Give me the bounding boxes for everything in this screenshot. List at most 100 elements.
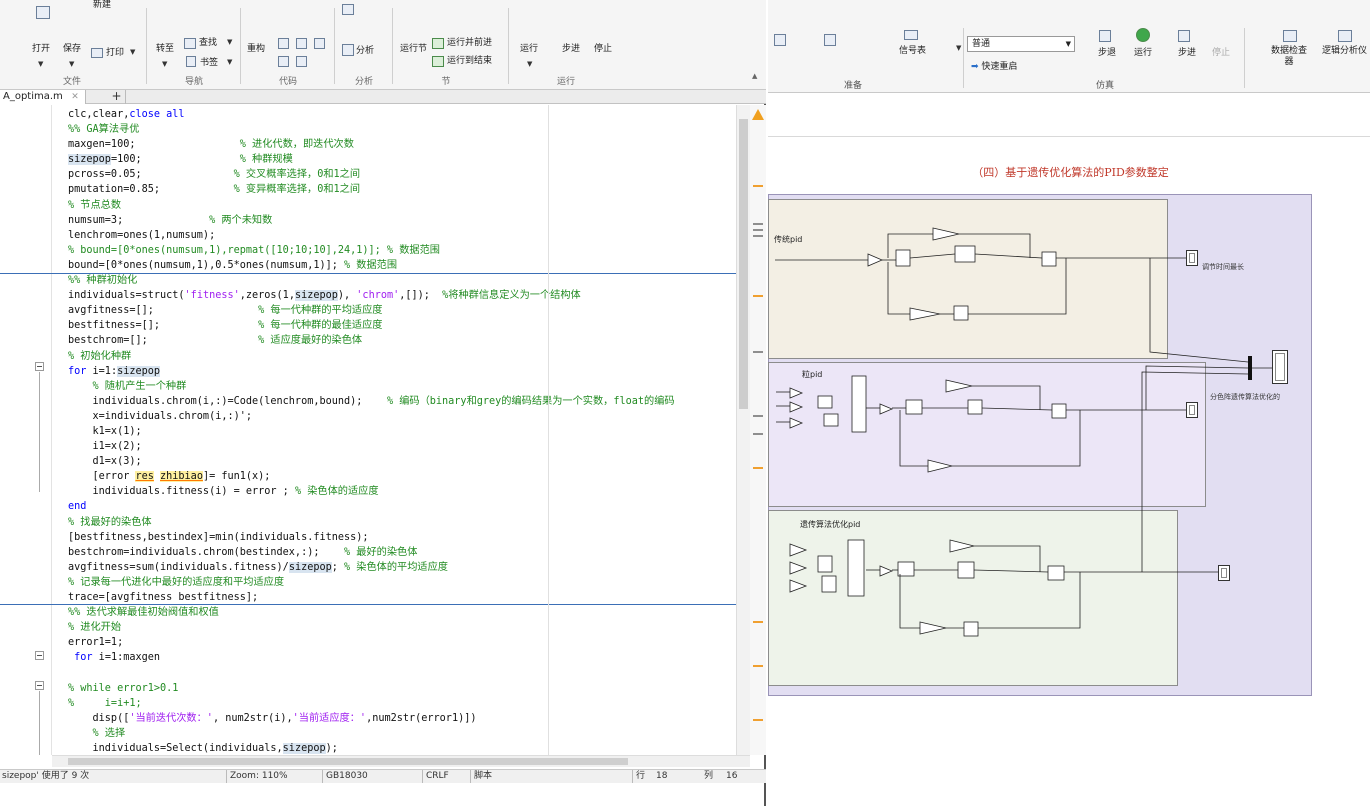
new-button[interactable]: 新建 [93, 0, 111, 11]
print-button[interactable]: 打印 [106, 48, 124, 59]
goto-button[interactable]: 转至 [156, 44, 174, 55]
code-line[interactable]: numsum=3; % 两个未知数 [0, 213, 736, 228]
prepare-more-icon[interactable]: ▼ [956, 44, 961, 52]
step-back-icon[interactable] [1099, 30, 1111, 42]
transfer-fcn-block[interactable] [817, 395, 833, 409]
gain-block[interactable] [789, 579, 808, 593]
analyze-icon[interactable] [342, 44, 354, 56]
find-button[interactable]: 查找 [199, 38, 217, 49]
transfer-fcn-block[interactable] [957, 561, 975, 579]
code-line[interactable]: % 初始化种群 [0, 349, 736, 364]
gain-block[interactable] [789, 387, 804, 399]
gain-block[interactable] [789, 401, 804, 413]
stop-button[interactable]: 停止 [1212, 48, 1230, 59]
close-tab-icon[interactable]: ✕ [71, 90, 79, 104]
code-line[interactable]: %% 迭代求解最佳初始阀值和权值 [0, 605, 736, 620]
code-line[interactable]: clc,clear,close all [0, 107, 736, 122]
code-line[interactable]: end [0, 499, 736, 514]
outdent-icon[interactable] [314, 38, 325, 49]
print-icon[interactable] [91, 48, 103, 58]
code-line[interactable]: % i=i+1; [0, 696, 736, 711]
scrollbar-thumb[interactable] [68, 758, 628, 765]
code-editor[interactable]: clc,clear,close all%% GA算法寻优 maxgen=100; … [0, 105, 736, 755]
encoding[interactable]: GB18030 [322, 770, 368, 783]
bookmark-dropdown-icon[interactable]: ▼ [227, 58, 232, 66]
analyze-button[interactable]: 分析 [356, 46, 374, 57]
warning-mark[interactable] [753, 719, 763, 721]
code-line[interactable]: bestfitness=[]; % 每一代种群的最佳适应度 [0, 318, 736, 333]
code-line[interactable]: [bestfitness,bestindex]=min(individuals.… [0, 530, 736, 545]
code-line[interactable]: % 选择 [0, 726, 736, 741]
code-line[interactable]: avgfitness=sum(individuals.fitness)/size… [0, 560, 736, 575]
gain-block[interactable] [789, 561, 808, 575]
compare-icon[interactable] [342, 4, 354, 15]
transfer-fcn-block[interactable] [1041, 251, 1057, 267]
bookmark-icon[interactable] [186, 56, 196, 67]
run-advance-button[interactable]: 运行并前进 [447, 38, 492, 49]
code-line[interactable]: d1=x(3); [0, 454, 736, 469]
log-signals-icon[interactable] [774, 34, 786, 46]
code-line[interactable]: pmutation=0.85; % 变异概率选择，0和1之间 [0, 182, 736, 197]
code-line[interactable]: pcross=0.05; % 交叉概率选择，0和1之间 [0, 167, 736, 182]
code-line[interactable]: % bound=[0*ones(numsum,1),repmat([10;10;… [0, 243, 736, 258]
code-line[interactable]: bound=[0*ones(numsum,1),0.5*ones(numsum,… [0, 258, 736, 273]
gain-block[interactable] [879, 565, 894, 577]
find-dropdown-icon[interactable]: ▼ [227, 38, 232, 46]
logic-analyzer-icon[interactable] [1338, 30, 1352, 42]
code-line[interactable]: bestchrom=individuals.chrom(bestindex,:)… [0, 545, 736, 560]
warning-mark[interactable] [753, 467, 763, 469]
refactor-button[interactable]: 重构 [247, 44, 265, 55]
transfer-fcn-block[interactable] [1051, 403, 1067, 419]
code-line[interactable]: avgfitness=[]; % 每一代种群的平均适应度 [0, 303, 736, 318]
code-line[interactable]: % 进化开始 [0, 620, 736, 635]
code-line[interactable]: individuals.fitness(i) = error ; % 染色体的适… [0, 484, 736, 499]
code-line[interactable]: for i=1:maxgen [0, 650, 736, 665]
step-back-button[interactable]: 步退 [1098, 48, 1116, 59]
code-line[interactable]: % 找最好的染色体 [0, 515, 736, 530]
model-canvas[interactable]: （四）基于遗传优化算法的PID参数整定 传统pid 粒pid 遗传算法优化pid… [768, 93, 1370, 806]
code-line[interactable]: % while error1>0.1 [0, 681, 736, 696]
gain-block[interactable] [949, 539, 975, 553]
transfer-fcn-block[interactable] [1047, 565, 1065, 581]
gain-block[interactable] [927, 459, 953, 473]
code-line[interactable]: bestchrom=[]; % 适应度最好的染色体 [0, 333, 736, 348]
warning-mark[interactable] [753, 295, 763, 297]
code-line[interactable]: %% GA算法寻优 [0, 122, 736, 137]
step-button[interactable]: 步进 [562, 44, 580, 55]
horizontal-scrollbar[interactable] [52, 755, 750, 767]
file-tab[interactable]: A_optima.m ✕ [0, 90, 86, 104]
transfer-fcn-block[interactable] [821, 575, 837, 593]
code-line[interactable]: k1=x(1); [0, 424, 736, 439]
goto-dropdown-icon[interactable]: ▼ [162, 60, 167, 68]
transfer-fcn-block[interactable] [953, 305, 969, 321]
transfer-fcn-block[interactable] [905, 399, 923, 415]
code-line[interactable]: error1=1; [0, 635, 736, 650]
transfer-fcn-block[interactable] [823, 413, 839, 427]
gain-block[interactable] [919, 621, 947, 635]
code-line[interactable]: individuals.chrom(i,:)=Code(lenchrom,bou… [0, 394, 736, 409]
simulation-mode-dropdown[interactable]: 普通 ▼ [967, 36, 1075, 52]
gain-block[interactable] [879, 403, 894, 415]
transfer-fcn-block[interactable] [851, 375, 867, 433]
code-line[interactable]: % 随机产生一个种群 [0, 379, 736, 394]
run-dropdown-icon[interactable]: ▼ [527, 60, 532, 68]
warning-mark[interactable] [753, 665, 763, 667]
gain-block[interactable] [867, 253, 884, 267]
line-ending[interactable]: CRLF [422, 770, 449, 783]
comment-icon[interactable] [278, 38, 289, 49]
code-line[interactable]: i1=x(2); [0, 439, 736, 454]
find-icon[interactable] [184, 38, 196, 49]
open-button[interactable]: 打开 [32, 44, 50, 55]
code-line[interactable]: lenchrom=ones(1,numsum); [0, 228, 736, 243]
indent-icon[interactable] [296, 38, 307, 49]
add-tab-button[interactable]: + [108, 90, 126, 104]
run-button[interactable]: 运行 [520, 44, 538, 55]
signal-table-button[interactable]: 信号表 [899, 46, 926, 57]
run-advance-icon[interactable] [432, 38, 444, 49]
run-section-button[interactable]: 运行节 [400, 44, 427, 55]
add-viewer-icon[interactable] [824, 34, 836, 46]
collapse-toolstrip-icon[interactable]: ▲ [752, 72, 757, 80]
new-file-icon[interactable] [36, 6, 50, 19]
code-line[interactable] [0, 665, 736, 680]
run-button[interactable]: 运行 [1134, 48, 1152, 59]
